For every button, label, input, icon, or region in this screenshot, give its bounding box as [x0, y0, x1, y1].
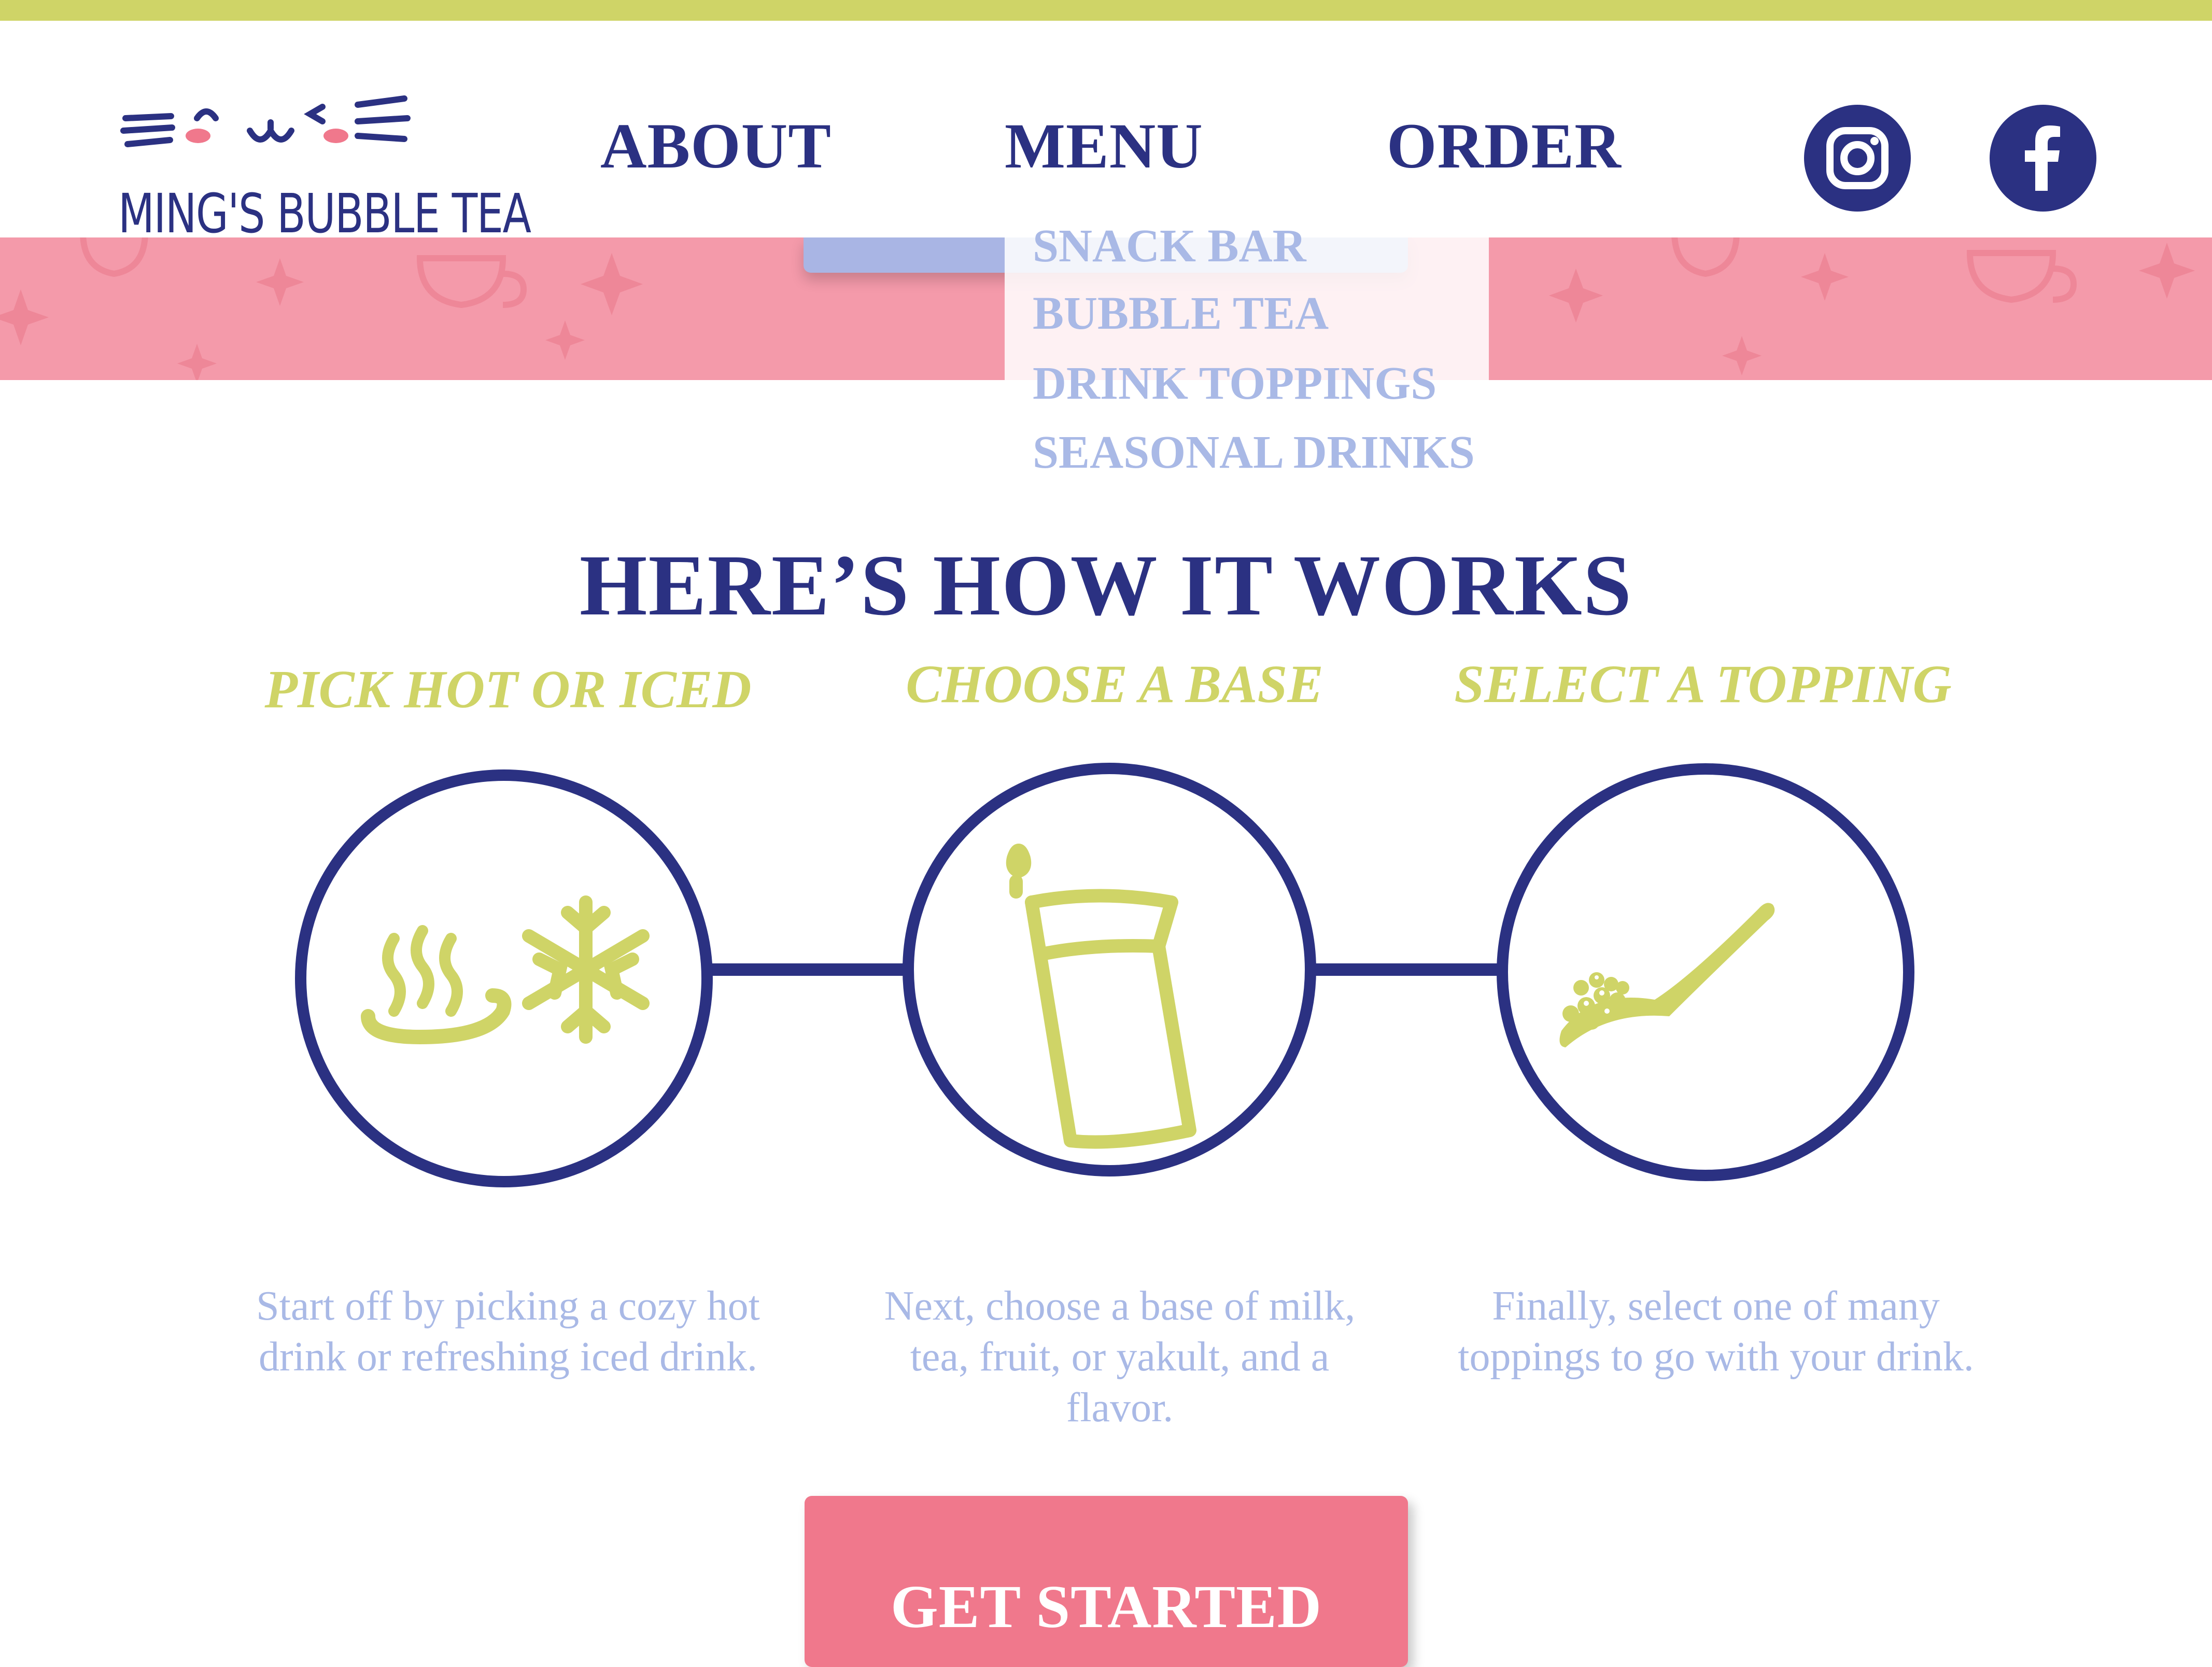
brand-logo[interactable]: MING'S BUBBLE TEA: [114, 57, 531, 241]
nav-menu[interactable]: MENU: [1005, 114, 1203, 178]
site-header: MING'S BUBBLE TEA ABOUT MENU ORDER: [0, 21, 2212, 241]
cat-face-icon: [120, 95, 411, 147]
nav-about[interactable]: ABOUT: [600, 114, 832, 178]
dropdown-item-drink-toppings[interactable]: DRINK TOPPINGS: [1033, 360, 1436, 407]
dropdown-item-bubble-tea[interactable]: BUBBLE TEA: [1033, 290, 1329, 337]
step-1-description: Start off by picking a cozy hot drink or…: [256, 1283, 760, 1380]
facebook-button[interactable]: [1990, 105, 2096, 212]
step-1-heading: PICK HOT OR ICED: [264, 660, 752, 719]
facebook-icon: [2025, 125, 2060, 191]
step-3-description: Finally, select one of many toppings to …: [1458, 1283, 1974, 1380]
step-3-heading: SELECT A TOPPING: [1454, 654, 1952, 714]
get-started-button[interactable]: GET STARTED: [805, 1496, 1408, 1667]
dropdown-item-snack-bar[interactable]: SNACK BAR: [1033, 223, 1306, 270]
step-2-description: Next, choose a base of milk, tea, fruit,…: [884, 1283, 1356, 1431]
step-2-heading: CHOOSE A BASE: [906, 654, 1323, 714]
step-1-circle: [295, 769, 713, 1187]
brand-name: MING'S BUBBLE TEA: [118, 182, 531, 245]
top-accent-bar: [0, 0, 2212, 21]
instagram-button[interactable]: [1804, 105, 1911, 212]
instagram-icon: [1826, 127, 1889, 189]
nav-order[interactable]: ORDER: [1387, 114, 1622, 178]
get-started-label: GET STARTED: [890, 1573, 1322, 1641]
section-title: HERE’S HOW IT WORKS: [579, 537, 1633, 634]
steps-diagram: [295, 763, 1914, 1187]
dropdown-item-seasonal-drinks[interactable]: SEASONAL DRINKS: [1033, 429, 1475, 476]
step-2-circle: [903, 763, 1316, 1176]
